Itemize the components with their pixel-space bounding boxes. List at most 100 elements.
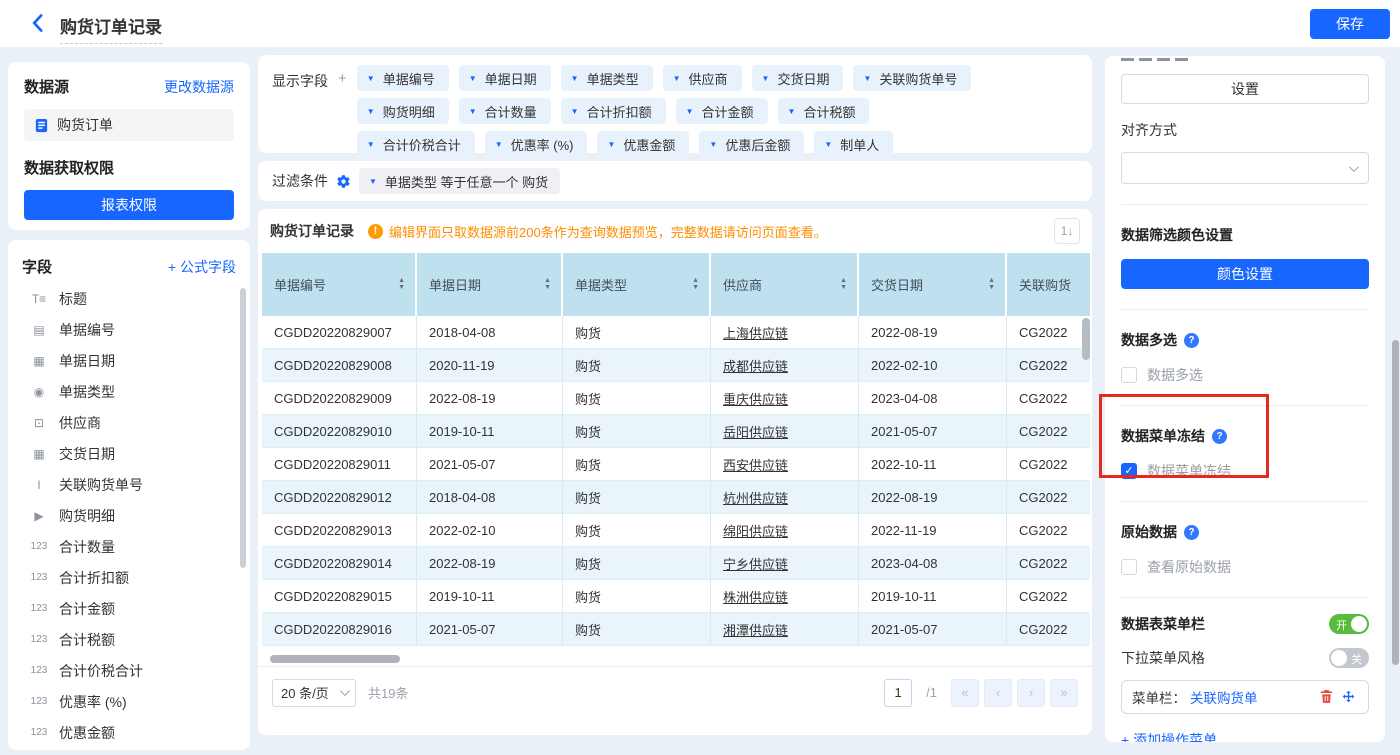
display-field-chip[interactable]: ▼优惠金额	[597, 131, 689, 157]
preview-notice-text: 编辑界面只取数据源前200条作为查询数据预览，完整数据请访问页面查看。	[389, 222, 827, 241]
display-field-chip[interactable]: ▼单据日期	[459, 65, 551, 91]
filter-gear-icon[interactable]	[336, 174, 351, 189]
chevron-down-icon: ▼	[495, 140, 503, 149]
table-cell: 2018-04-08	[417, 481, 563, 513]
display-field-chip[interactable]: ▼合计金额	[676, 98, 768, 124]
field-item[interactable]: 123合计折扣额	[22, 562, 236, 593]
table-row[interactable]: CGDD202208290102019-10-11购货岳阳供应链2021-05-…	[262, 415, 1090, 448]
field-label: 单据编号	[59, 320, 115, 340]
align-select[interactable]	[1121, 152, 1369, 184]
move-icon[interactable]	[1340, 688, 1358, 706]
table-cell: 2018-04-08	[417, 316, 563, 348]
table-row[interactable]: CGDD202208290162021-05-07购货湘潭供应链2021-05-…	[262, 613, 1090, 646]
column-header[interactable]: 交货日期▲▼	[859, 253, 1007, 316]
field-item[interactable]: 123合计金额	[22, 593, 236, 624]
freeze-menu-checkbox[interactable]: ✓	[1121, 463, 1137, 479]
dropdown-style-toggle[interactable]: 关	[1329, 648, 1369, 668]
help-icon[interactable]: ?	[1212, 429, 1227, 444]
table-row[interactable]: CGDD202208290132022-02-10购货绵阳供应链2022-11-…	[262, 514, 1090, 547]
page-size-select[interactable]: 20 条/页	[272, 679, 356, 707]
table-cell: 2020-11-19	[417, 349, 563, 381]
change-datasource-link[interactable]: 更改数据源	[164, 77, 234, 97]
column-header[interactable]: 单据类型▲▼	[563, 253, 711, 316]
report-permission-button[interactable]: 报表权限	[24, 190, 234, 220]
table-horizontal-scrollbar[interactable]	[270, 655, 400, 663]
table-row[interactable]: CGDD202208290122018-04-08购货杭州供应链2022-08-…	[262, 481, 1090, 514]
table-row[interactable]: CGDD202208290072018-04-08购货上海供应链2022-08-…	[262, 316, 1090, 349]
field-item[interactable]: 123合计税额	[22, 624, 236, 655]
display-field-chip[interactable]: ▼单据编号	[357, 65, 449, 91]
display-field-chip[interactable]: ▼制单人	[814, 131, 893, 157]
display-field-chip[interactable]: ▼优惠率 (%)	[485, 131, 588, 157]
settings-button[interactable]: 设置	[1121, 74, 1369, 104]
datasource-item[interactable]: 购货订单	[24, 109, 234, 141]
table-row[interactable]: CGDD202208290142022-08-19购货宁乡供应链2023-04-…	[262, 547, 1090, 580]
chevron-down-icon: ▼	[709, 140, 717, 149]
table-row[interactable]: CGDD202208290082020-11-19购货成都供应链2022-02-…	[262, 349, 1090, 382]
display-field-chip-label: 优惠金额	[623, 135, 675, 154]
add-display-field-button[interactable]: +	[338, 70, 347, 143]
delete-icon[interactable]	[1318, 688, 1336, 706]
help-icon[interactable]: ?	[1184, 525, 1199, 540]
raw-data-checkbox[interactable]	[1121, 559, 1137, 575]
column-header[interactable]: 单据日期▲▼	[417, 253, 563, 316]
warning-icon: !	[368, 224, 383, 239]
add-formula-field-link[interactable]: + 公式字段	[168, 257, 236, 277]
display-field-chip[interactable]: ▼合计数量	[459, 98, 551, 124]
field-item[interactable]: ◉单据类型	[22, 376, 236, 407]
field-item[interactable]: ⊡供应商	[22, 407, 236, 438]
display-field-chip[interactable]: ▼优惠后金额	[699, 131, 804, 157]
filter-condition-chip[interactable]: ▼ 单据类型 等于任意一个 购货	[359, 168, 560, 194]
column-header-label: 供应商	[723, 275, 762, 294]
column-header[interactable]: 供应商▲▼	[711, 253, 859, 316]
display-field-chip[interactable]: ▼供应商	[663, 65, 742, 91]
last-page-button[interactable]: »	[1050, 679, 1078, 707]
back-icon[interactable]	[28, 13, 48, 33]
table-row[interactable]: CGDD202208290112021-05-07购货西安供应链2022-10-…	[262, 448, 1090, 481]
field-item[interactable]: ▦交货日期	[22, 438, 236, 469]
table-vertical-scrollbar[interactable]	[1082, 318, 1090, 360]
display-field-chip[interactable]: ▼交货日期	[752, 65, 844, 91]
field-item[interactable]: ▤单据编号	[22, 314, 236, 345]
multi-select-checkbox[interactable]	[1121, 367, 1137, 383]
page-number-input[interactable]: 1	[884, 679, 912, 707]
display-field-chip[interactable]: ▼单据类型	[561, 65, 653, 91]
field-item[interactable]: 123合计数量	[22, 531, 236, 562]
prev-page-button[interactable]: ‹	[984, 679, 1012, 707]
datasource-panel: 数据源 更改数据源 购货订单 数据获取权限 报表权限	[8, 62, 250, 230]
display-field-chip-label: 合计税额	[803, 102, 855, 121]
fields-scrollbar[interactable]	[240, 288, 246, 568]
help-icon[interactable]: ?	[1184, 333, 1199, 348]
first-page-button[interactable]: «	[951, 679, 979, 707]
table-row[interactable]: CGDD202208290152019-10-11购货株洲供应链2019-10-…	[262, 580, 1090, 613]
field-item[interactable]: T≡标题	[22, 283, 236, 314]
title-icon: T≡	[28, 292, 50, 306]
column-header[interactable]: 关联购货▲▼	[1007, 253, 1090, 316]
page-scrollbar[interactable]	[1392, 340, 1399, 665]
field-item[interactable]: 123合计价税合计	[22, 655, 236, 686]
field-item[interactable]: ▦单据日期	[22, 345, 236, 376]
save-button[interactable]: 保存	[1310, 9, 1390, 39]
field-list: T≡标题▤单据编号▦单据日期◉单据类型⊡供应商▦交货日期I关联购货单号▶购货明细…	[22, 283, 236, 748]
table-cell: CG2022	[1007, 349, 1090, 381]
display-field-chip[interactable]: ▼合计折扣额	[561, 98, 666, 124]
display-field-chip[interactable]: ▼合计税额	[778, 98, 870, 124]
color-settings-button[interactable]: 颜色设置	[1121, 259, 1369, 289]
field-item[interactable]: 123优惠率 (%)	[22, 686, 236, 717]
add-action-menu-link[interactable]: + 添加操作菜单	[1121, 730, 1369, 742]
chevron-down-icon: ▼	[571, 107, 579, 116]
display-field-chip[interactable]: ▼合计价税合计	[357, 131, 475, 157]
menu-bar-value[interactable]: 关联购货单	[1190, 687, 1314, 707]
display-field-chip[interactable]: ▼购货明细	[357, 98, 449, 124]
field-item[interactable]: I关联购货单号	[22, 469, 236, 500]
column-header[interactable]: 单据编号▲▼	[262, 253, 417, 316]
menubar-toggle[interactable]: 开	[1329, 614, 1369, 634]
field-item[interactable]: 123优惠金额	[22, 717, 236, 748]
next-page-button[interactable]: ›	[1017, 679, 1045, 707]
display-field-chip[interactable]: ▼关联购货单号	[853, 65, 971, 91]
field-item[interactable]: ▶购货明细	[22, 500, 236, 531]
table-cell: CG2022	[1007, 514, 1090, 546]
sort-order-button[interactable]: 1↓	[1054, 218, 1080, 244]
table-row[interactable]: CGDD202208290092022-08-19购货重庆供应链2023-04-…	[262, 382, 1090, 415]
table-cell: CG2022	[1007, 448, 1090, 480]
